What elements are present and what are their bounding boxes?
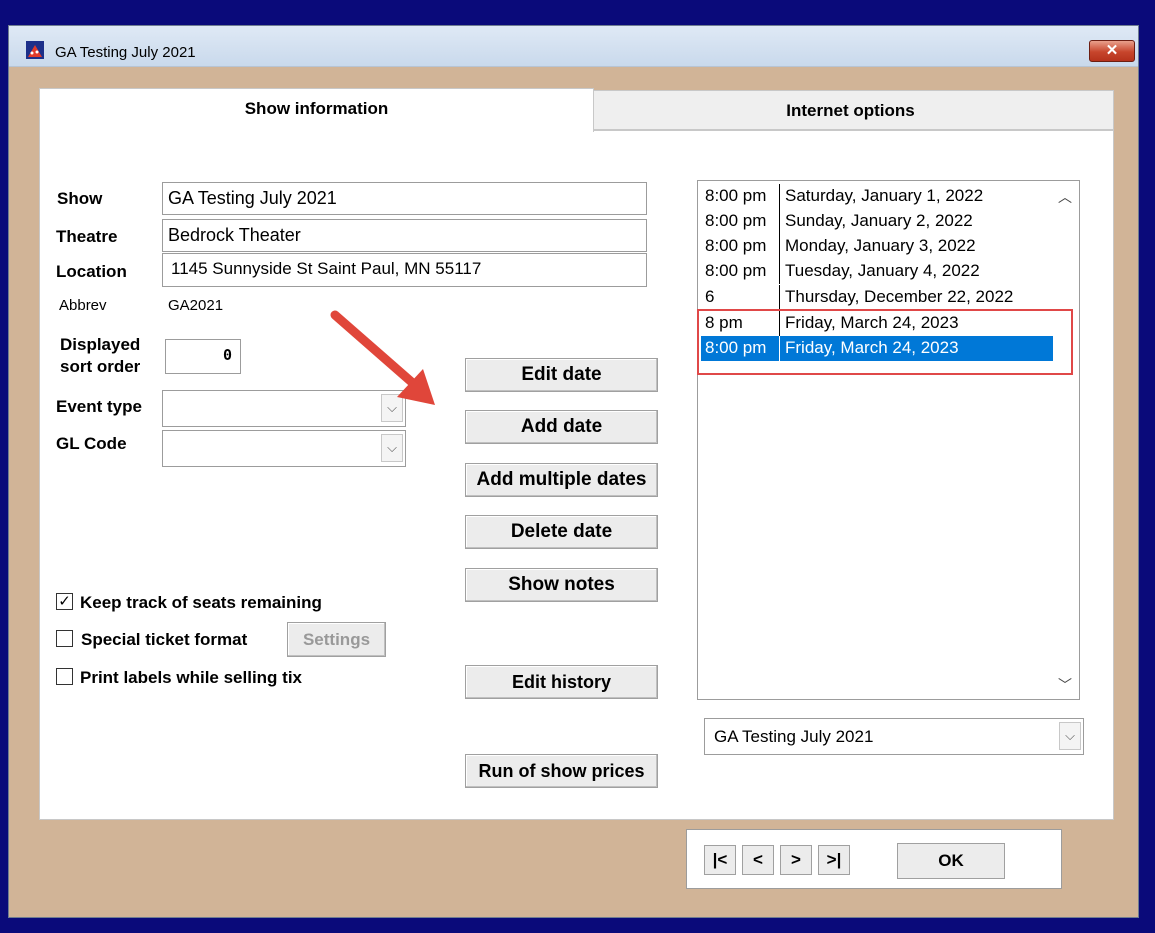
add-multiple-dates-button[interactable]: Add multiple dates xyxy=(465,463,658,497)
list-item[interactable]: 8:00 pm Sunday, January 2, 2022 xyxy=(701,209,1053,234)
dates-listbox[interactable]: 8:00 pm Saturday, January 1, 2022 8:00 p… xyxy=(697,180,1080,700)
time-cell: 8:00 pm xyxy=(705,211,767,230)
date-cell: Tuesday, January 4, 2022 xyxy=(785,261,980,280)
chevron-down-icon[interactable]: ⌵ xyxy=(381,434,403,462)
event-type-label: Event type xyxy=(56,397,142,416)
close-button[interactable]: ✕ xyxy=(1089,40,1135,62)
gl-code-label: GL Code xyxy=(56,434,127,453)
chevron-down-icon[interactable]: ⌵ xyxy=(1059,722,1081,750)
tab-show-information[interactable]: Show information xyxy=(39,88,594,132)
keep-track-checkbox[interactable]: ✓ xyxy=(56,593,73,610)
date-cell: Sunday, January 2, 2022 xyxy=(785,211,973,230)
list-item[interactable]: 6 Thursday, December 22, 2022 xyxy=(701,285,1053,310)
highlight-box xyxy=(697,309,1073,375)
list-item[interactable]: 8:00 pm Monday, January 3, 2022 xyxy=(701,234,1053,259)
print-labels-label[interactable]: Print labels while selling tix xyxy=(80,668,302,688)
location-label: Location xyxy=(56,262,127,281)
show-name-field[interactable]: GA Testing July 2021 xyxy=(162,182,647,215)
date-cell: Thursday, December 22, 2022 xyxy=(785,287,1014,306)
keep-track-label[interactable]: Keep track of seats remaining xyxy=(80,593,322,613)
settings-button[interactable]: Settings xyxy=(287,622,386,657)
previous-record-button[interactable]: < xyxy=(742,845,774,875)
abbrev-value: GA2021 xyxy=(168,297,224,314)
tab-internet-options[interactable]: Internet options xyxy=(587,90,1114,130)
show-select-value: GA Testing July 2021 xyxy=(714,727,874,746)
list-item[interactable]: 8:00 pm Tuesday, January 4, 2022 xyxy=(701,259,1053,284)
special-ticket-label[interactable]: Special ticket format xyxy=(81,630,247,650)
theatre-field[interactable]: Bedrock Theater xyxy=(162,219,647,252)
last-record-button[interactable]: >| xyxy=(818,845,850,875)
title-bar: GA Testing July 2021 ✕ xyxy=(9,26,1138,67)
date-cell: Saturday, January 1, 2022 xyxy=(785,186,984,205)
annotation-arrow-icon xyxy=(330,310,435,405)
ok-button[interactable]: OK xyxy=(897,843,1005,879)
list-item[interactable]: 8:00 pm Saturday, January 1, 2022 xyxy=(701,184,1053,209)
record-navigator: |< < > >| OK xyxy=(686,829,1062,889)
gl-code-select[interactable]: ⌵ xyxy=(162,430,406,467)
time-cell: 8:00 pm xyxy=(705,261,767,280)
special-ticket-checkbox[interactable] xyxy=(56,630,73,647)
show-label: Show xyxy=(57,189,103,208)
scroll-down-icon[interactable]: ﹀ xyxy=(1054,675,1076,695)
first-record-button[interactable]: |< xyxy=(704,845,736,875)
show-notes-button[interactable]: Show notes xyxy=(465,568,658,602)
show-select[interactable]: GA Testing July 2021 ⌵ xyxy=(704,718,1084,755)
date-cell: Monday, January 3, 2022 xyxy=(785,236,976,255)
window-title: GA Testing July 2021 xyxy=(55,44,196,61)
location-field[interactable]: 1145 Sunnyside St Saint Paul, MN 55117 xyxy=(162,253,647,287)
app-logo-icon xyxy=(26,41,44,59)
time-cell: 6 xyxy=(705,287,715,306)
time-cell: 8:00 pm xyxy=(705,236,767,255)
next-record-button[interactable]: > xyxy=(780,845,812,875)
edit-history-button[interactable]: Edit history xyxy=(465,665,658,699)
edit-date-button[interactable]: Edit date xyxy=(465,358,658,392)
delete-date-button[interactable]: Delete date xyxy=(465,515,658,549)
print-labels-checkbox[interactable] xyxy=(56,668,73,685)
abbrev-label: Abbrev xyxy=(59,297,107,314)
add-date-button[interactable]: Add date xyxy=(465,410,658,444)
sort-order-label-line2: sort order xyxy=(60,357,141,376)
sort-order-label-line1: Displayed xyxy=(60,335,141,354)
scroll-up-icon[interactable]: ︿ xyxy=(1054,187,1076,207)
time-cell: 8:00 pm xyxy=(705,186,767,205)
sort-order-field[interactable]: 0 xyxy=(165,339,241,374)
run-of-show-prices-button[interactable]: Run of show prices xyxy=(465,754,658,788)
theatre-label: Theatre xyxy=(56,227,118,246)
